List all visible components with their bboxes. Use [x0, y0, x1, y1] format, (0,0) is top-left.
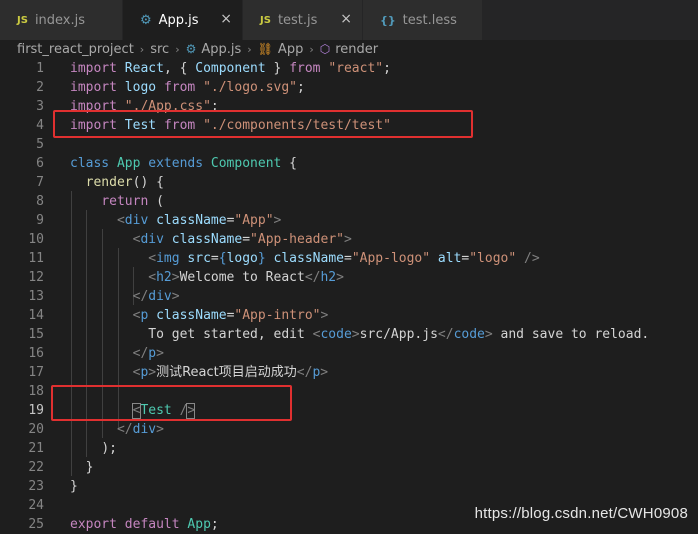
code-line: 12 <h2>Welcome to React</h2> [0, 268, 698, 287]
breadcrumb-symbol[interactable]: App [278, 42, 303, 57]
code-text: ); [101, 441, 117, 456]
line-number: 18 [28, 384, 44, 399]
line-number: 9 [36, 213, 44, 228]
react-file-icon: ⚙ [140, 12, 152, 28]
less-file-icon: {} [380, 13, 396, 27]
chevron-right-icon: › [175, 42, 180, 56]
code-line: 14 <p className="App-intro"> [0, 306, 698, 325]
watermark: https://blog.csdn.net/CWH0908 [474, 505, 688, 522]
tab-test-less[interactable]: {} test.less [363, 0, 483, 40]
line-number: 16 [28, 346, 44, 361]
line-number: 21 [28, 441, 44, 456]
code-line: 2 import logo from "./logo.svg"; [0, 78, 698, 97]
line-number: 1 [36, 61, 44, 76]
code-line: 15 To get started, edit <code>src/App.js… [0, 325, 698, 344]
js-file-icon: JS [17, 14, 28, 26]
line-number: 24 [28, 498, 44, 513]
close-icon[interactable]: × [340, 11, 352, 27]
code-line: 9 <div className="App"> [0, 211, 698, 230]
method-symbol-icon: ⬡ [319, 42, 331, 56]
code-line: 21 ); [0, 439, 698, 458]
code-line: 7 render() { [0, 173, 698, 192]
tab-bar: JS index.js ⚙ App.js × JS test.js × {} t… [0, 0, 698, 40]
code-text: export default App; [70, 517, 219, 532]
highlight-box-import [53, 110, 473, 138]
code-line: 1 import React, { Component } from "reac… [0, 59, 698, 78]
line-number: 4 [36, 118, 44, 133]
code-line: 16 </p> [0, 344, 698, 363]
line-number: 25 [28, 517, 44, 532]
code-line: 11 <img src={logo} className="App-logo" … [0, 249, 698, 268]
code-line: 6 class App extends Component { [0, 154, 698, 173]
code-text: } [70, 479, 78, 494]
tab-label: index.js [34, 12, 86, 28]
highlight-box-test-component [51, 385, 292, 421]
code-text: <div className="App-header"> [132, 232, 352, 247]
code-line: 13 </div> [0, 287, 698, 306]
breadcrumb: first_react_project › src › ⚙ App.js › ⛓… [0, 40, 698, 58]
code-text: </p> [132, 346, 164, 361]
line-number: 23 [28, 479, 44, 494]
breadcrumb-folder[interactable]: first_react_project [17, 42, 134, 57]
code-text: } [85, 460, 94, 475]
line-number: 22 [28, 460, 44, 475]
code-text: <p className="App-intro"> [132, 308, 329, 323]
line-number: 20 [28, 422, 44, 437]
code-text: To get started, edit <code>src/App.js</c… [148, 327, 650, 342]
class-symbol-icon: ⛓ [257, 42, 273, 56]
code-line: 20 </div> [0, 420, 698, 439]
tab-test-js[interactable]: JS test.js × [243, 0, 363, 40]
line-number: 12 [28, 270, 44, 285]
tab-label: App.js [158, 12, 199, 28]
line-number: 5 [36, 137, 44, 152]
breadcrumb-symbol[interactable]: render [335, 42, 378, 57]
chevron-right-icon: › [139, 42, 145, 56]
code-text: <img src={logo} className="App-logo" alt… [148, 251, 540, 266]
line-number: 2 [36, 80, 44, 95]
code-text: </div> [116, 422, 164, 437]
code-text: </div> [132, 289, 180, 304]
line-number: 17 [28, 365, 44, 380]
close-icon[interactable]: × [220, 11, 232, 27]
code-text: render() { [85, 175, 164, 190]
breadcrumb-folder[interactable]: src [150, 42, 169, 57]
code-text: <h2>Welcome to React</h2> [148, 270, 344, 285]
line-number: 7 [36, 175, 44, 190]
code-line: 10 <div className="App-header"> [0, 230, 698, 249]
code-text: import logo from "./logo.svg"; [70, 80, 305, 95]
line-number: 13 [28, 289, 44, 304]
code-line: 23 } [0, 477, 698, 496]
js-file-icon: JS [260, 14, 271, 26]
code-editor[interactable]: 1 import React, { Component } from "reac… [0, 58, 698, 533]
code-text: <p>测试React项目启动成功</p> [132, 365, 329, 380]
chevron-right-icon: › [309, 42, 314, 56]
line-number: 11 [28, 251, 44, 266]
breadcrumb-file[interactable]: App.js [201, 42, 241, 57]
line-number: 10 [28, 232, 44, 247]
tab-index-js[interactable]: JS index.js [0, 0, 123, 40]
line-number: 15 [28, 327, 44, 342]
line-number: 3 [36, 99, 44, 114]
line-number: 19 [28, 403, 44, 418]
code-text: import React, { Component } from "react"… [70, 61, 391, 76]
line-number: 8 [36, 194, 44, 209]
code-text: class App extends Component { [70, 156, 298, 171]
tab-app-js[interactable]: ⚙ App.js × [123, 0, 243, 40]
react-file-icon: ⚙ [185, 42, 197, 56]
code-line: 17 <p>测试React项目启动成功</p> [0, 363, 698, 382]
tab-label: test.js [277, 12, 318, 28]
code-text: return ( [101, 194, 164, 209]
chevron-right-icon: › [247, 42, 252, 56]
code-line: 8 return ( [0, 192, 698, 211]
code-text: <div className="App"> [116, 213, 282, 228]
code-line: 22 } [0, 458, 698, 477]
line-number: 14 [28, 308, 44, 323]
line-number: 6 [36, 156, 44, 171]
tab-label: test.less [402, 12, 457, 28]
